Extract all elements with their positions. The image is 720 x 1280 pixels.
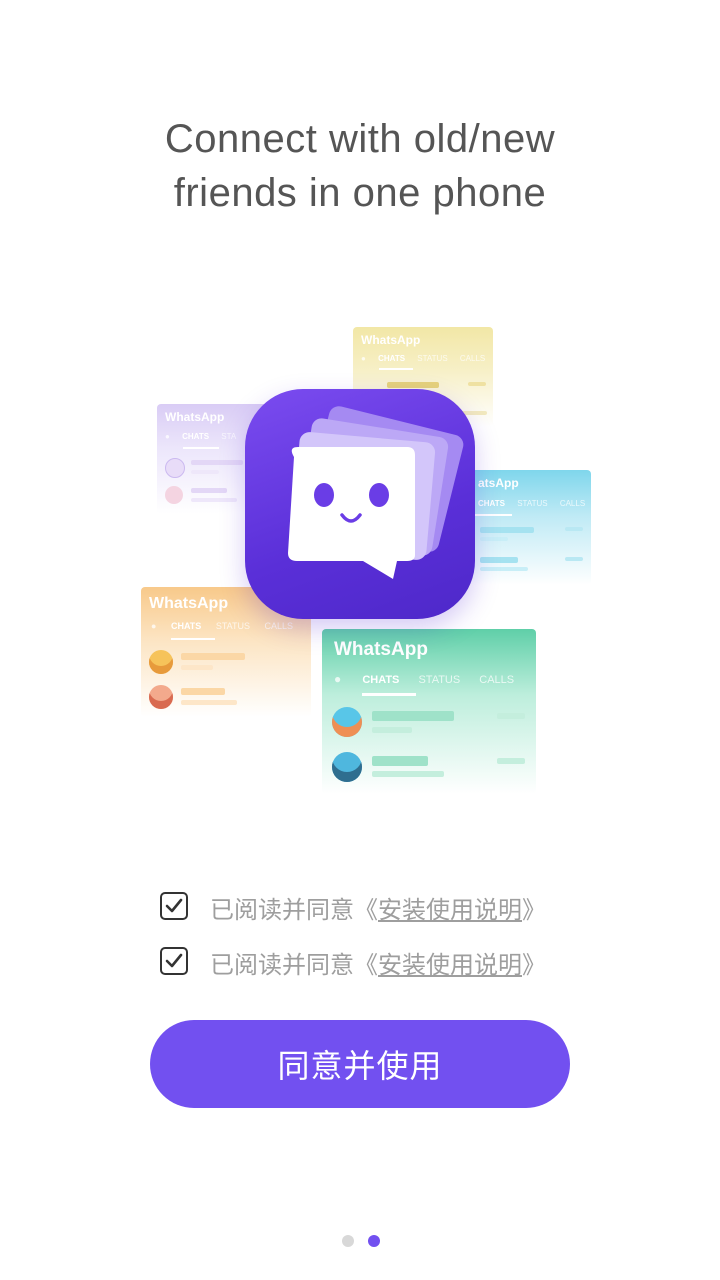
card-tab-calls: CALLS (264, 621, 294, 631)
headline-line-2: friends in one phone (173, 171, 547, 215)
camera-icon: ● (361, 354, 366, 363)
avatar (149, 650, 173, 674)
card-tab-status: STA (221, 432, 237, 441)
avatar (332, 752, 362, 782)
agreement-prefix: 已阅读并同意《 (210, 896, 378, 924)
avatar (149, 685, 173, 709)
card-tab-status: STATUS (418, 674, 461, 686)
page-dot-1 (342, 1235, 354, 1247)
card-app-name: WhatsApp (149, 595, 229, 612)
agreement-suffix: 》 (522, 896, 546, 924)
app-logo-icon (245, 389, 475, 619)
camera-icon: ● (334, 672, 342, 686)
avatar (165, 486, 183, 504)
card-tab-status: STATUS (215, 621, 250, 631)
agreement-checkbox-2[interactable] (160, 947, 188, 975)
install-instructions-link[interactable]: 安装使用说明 (378, 896, 522, 924)
avatar (332, 707, 362, 737)
agree-and-use-button[interactable]: 同意并使用 (150, 1020, 570, 1108)
agreement-suffix: 》 (522, 951, 546, 979)
card-tab-chats: CHATS (478, 499, 505, 508)
check-icon (165, 898, 183, 913)
card-app-name: WhatsApp (334, 639, 428, 660)
card-tab-calls: CALLS (459, 354, 486, 363)
agreement-checkbox-1[interactable] (160, 892, 188, 920)
card-tab-calls: CALLS (479, 674, 515, 686)
onboarding-headline: Connect with old/new friends in one phon… (0, 112, 720, 220)
card-tab-status: STATUS (417, 354, 448, 363)
page-indicator (0, 1234, 720, 1248)
card-app-name: WhatsApp (165, 410, 225, 424)
page-dot-2-active (368, 1235, 380, 1247)
camera-icon: ● (151, 621, 157, 631)
install-instructions-link[interactable]: 安装使用说明 (378, 951, 522, 979)
green-chat-card: WhatsApp ● CHATS STATUS CALLS (322, 629, 536, 794)
card-app-name: WhatsApp (361, 333, 421, 347)
card-tab-chats: CHATS (362, 674, 400, 686)
card-tab-calls: CALLS (559, 499, 586, 508)
card-tab-chats: CHATS (182, 432, 210, 441)
agreement-text-2: 已阅读并同意《安装使用说明》 (210, 945, 546, 980)
agreement-prefix: 已阅读并同意《 (210, 951, 378, 979)
card-tab-chats: CHATS (170, 621, 202, 631)
agreement-text-1: 已阅读并同意《安装使用说明》 (210, 890, 546, 925)
card-app-name-partial: atsApp (478, 476, 519, 490)
card-tab-chats: CHATS (378, 354, 406, 363)
card-tab-status: STATUS (517, 499, 548, 508)
check-icon (165, 953, 183, 968)
camera-icon: ● (165, 432, 170, 441)
headline-line-1: Connect with old/new (164, 117, 556, 161)
avatar (165, 458, 185, 478)
